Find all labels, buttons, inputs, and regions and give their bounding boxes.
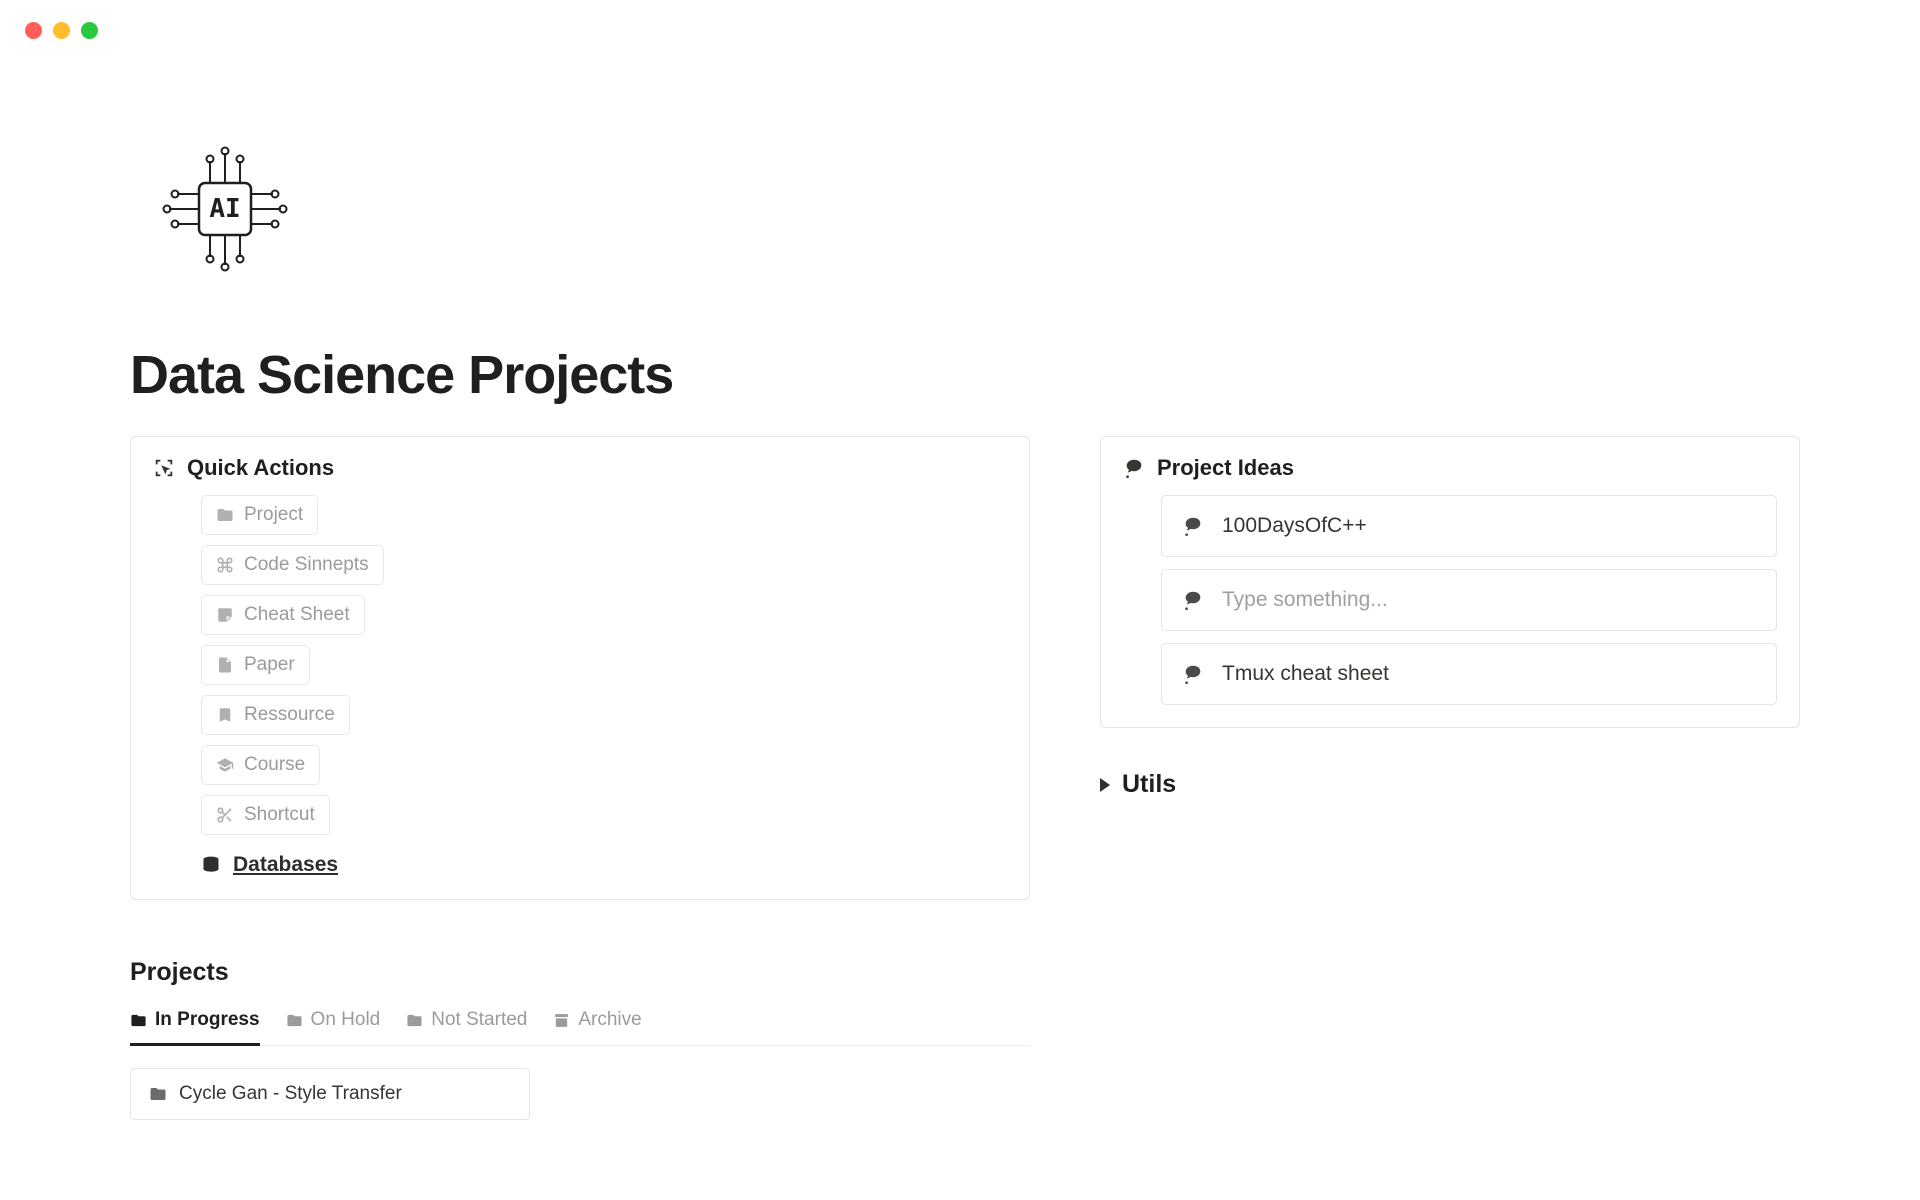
tab-label: Archive (578, 1009, 641, 1031)
quick-action-project[interactable]: Project (201, 495, 318, 535)
note-icon (216, 606, 234, 624)
window-close-button[interactable] (25, 22, 42, 39)
quick-action-label: Project (244, 504, 303, 526)
bookmark-icon (216, 706, 234, 724)
quick-action-shortcut[interactable]: Shortcut (201, 795, 330, 835)
project-ideas-card: Project Ideas 100DaysOfC++ Type somethin… (1100, 436, 1800, 728)
window-maximize-button[interactable] (81, 22, 98, 39)
quick-action-label: Cheat Sheet (244, 604, 350, 626)
project-ideas-title: Project Ideas (1157, 455, 1294, 481)
quick-action-label: Ressource (244, 704, 335, 726)
document-icon (216, 656, 234, 674)
quick-action-resource[interactable]: Ressource (201, 695, 350, 735)
idea-placeholder: Type something... (1222, 588, 1388, 612)
quick-action-code-snippets[interactable]: Code Sinnepts (201, 545, 384, 585)
idea-item-new[interactable]: Type something... (1161, 569, 1777, 631)
tab-on-hold[interactable]: On Hold (286, 1009, 381, 1046)
quick-action-course[interactable]: Course (201, 745, 320, 785)
project-card-label: Cycle Gan - Style Transfer (179, 1083, 402, 1105)
quick-action-paper[interactable]: Paper (201, 645, 310, 685)
cursor-click-icon (153, 457, 175, 479)
thought-bubble-icon (1182, 589, 1204, 611)
project-card[interactable]: Cycle Gan - Style Transfer (130, 1068, 530, 1120)
page-icon[interactable]: AI (155, 139, 1790, 284)
tab-label: In Progress (155, 1009, 260, 1031)
folder-icon (406, 1012, 423, 1029)
tab-not-started[interactable]: Not Started (406, 1009, 527, 1046)
quick-action-label: Course (244, 754, 305, 776)
caret-right-icon (1100, 778, 1110, 792)
idea-item[interactable]: 100DaysOfC++ (1161, 495, 1777, 557)
svg-text:AI: AI (209, 194, 240, 224)
projects-section-title: Projects (130, 958, 1030, 987)
command-icon (216, 556, 234, 574)
folder-icon (149, 1085, 167, 1103)
quick-actions-card: Quick Actions Project Code Sinnepts (130, 436, 1030, 900)
quick-actions-title: Quick Actions (187, 455, 334, 481)
thought-bubble-icon (1123, 457, 1145, 479)
idea-label: Tmux cheat sheet (1222, 662, 1389, 686)
utils-toggle[interactable]: Utils (1100, 770, 1800, 799)
page-title: Data Science Projects (130, 344, 1790, 406)
window-minimize-button[interactable] (53, 22, 70, 39)
folder-icon (216, 506, 234, 524)
idea-label: 100DaysOfC++ (1222, 514, 1367, 538)
projects-tabs: In Progress On Hold Not Started (130, 1009, 1030, 1046)
thought-bubble-icon (1182, 515, 1204, 537)
quick-action-label: Code Sinnepts (244, 554, 369, 576)
thought-bubble-icon (1182, 663, 1204, 685)
folder-icon (286, 1012, 303, 1029)
idea-item[interactable]: Tmux cheat sheet (1161, 643, 1777, 705)
tab-label: Not Started (431, 1009, 527, 1031)
databases-link[interactable]: Databases (201, 845, 338, 877)
folder-icon (130, 1012, 147, 1029)
window-controls (0, 0, 1920, 39)
utils-title: Utils (1122, 770, 1176, 799)
tab-in-progress[interactable]: In Progress (130, 1009, 260, 1046)
quick-action-cheat-sheet[interactable]: Cheat Sheet (201, 595, 365, 635)
quick-action-label: Paper (244, 654, 295, 676)
scissors-icon (216, 806, 234, 824)
database-icon (201, 855, 221, 875)
quick-action-label: Shortcut (244, 804, 315, 826)
tab-label: On Hold (311, 1009, 381, 1031)
graduation-icon (216, 756, 234, 774)
tab-archive[interactable]: Archive (553, 1009, 641, 1046)
databases-label: Databases (233, 853, 338, 877)
archive-icon (553, 1012, 570, 1029)
